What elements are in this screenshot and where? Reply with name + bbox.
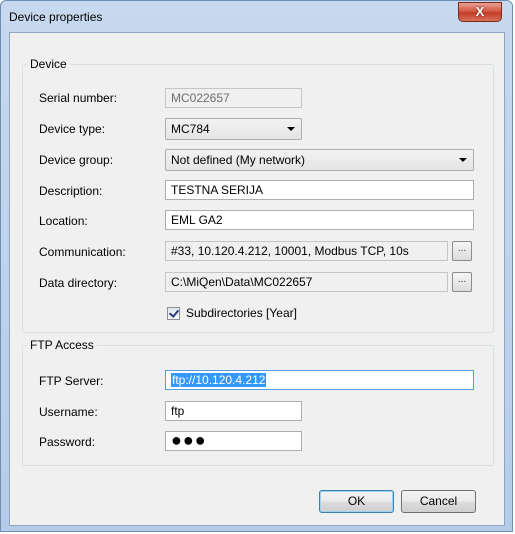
window-title: Device properties xyxy=(9,10,103,24)
username-label: Username: xyxy=(39,405,98,419)
ftp-server-input[interactable]: ftp://10.120.4.212 xyxy=(165,370,474,390)
chevron-down-icon xyxy=(459,158,467,162)
ok-button[interactable]: OK xyxy=(319,490,394,513)
device-type-select[interactable]: MC784 xyxy=(165,118,302,140)
title-bar: Device properties X xyxy=(1,1,512,31)
username-input[interactable]: ftp xyxy=(165,401,302,421)
communication-field: #33, 10.120.4.212, 10001, Modbus TCP, 10… xyxy=(165,241,448,261)
dialog-body: Device Serial number: MC022657 Device ty… xyxy=(9,32,505,526)
communication-label: Communication: xyxy=(39,245,126,259)
device-group-value: Not defined (My network) xyxy=(171,153,306,167)
description-label: Description: xyxy=(39,184,103,198)
device-type-value: MC784 xyxy=(171,122,210,136)
description-input[interactable]: TESTNA SERIJA xyxy=(165,180,474,200)
subdirectories-label[interactable]: Subdirectories [Year] xyxy=(186,306,297,320)
device-group-select[interactable]: Not defined (My network) xyxy=(165,149,474,171)
device-type-label: Device type: xyxy=(39,122,106,136)
serial-number-field: MC022657 xyxy=(165,88,302,108)
communication-browse-button[interactable]: ... xyxy=(452,241,472,261)
ftp-access-legend: FTP Access xyxy=(30,338,94,352)
data-directory-browse-button[interactable]: ... xyxy=(452,272,472,292)
location-input[interactable]: EML GA2 xyxy=(165,210,474,230)
device-properties-dialog: Device properties X Device Serial number… xyxy=(0,0,513,532)
data-directory-field: C:\MiQen\Data\MC022657 xyxy=(165,272,448,292)
close-button[interactable]: X xyxy=(458,2,502,22)
password-input[interactable]: ●●● xyxy=(165,431,302,451)
close-icon: X xyxy=(475,4,485,19)
cancel-button[interactable]: Cancel xyxy=(401,490,476,513)
ftp-server-value: ftp://10.120.4.212 xyxy=(171,373,267,387)
serial-number-label: Serial number: xyxy=(39,91,118,105)
password-label: Password: xyxy=(39,435,96,449)
ftp-server-label: FTP Server: xyxy=(39,374,104,388)
device-group-label: Device group: xyxy=(39,153,114,167)
location-label: Location: xyxy=(39,214,88,228)
chevron-down-icon xyxy=(287,127,295,131)
subdirectories-checkbox[interactable] xyxy=(167,307,180,320)
device-legend: Device xyxy=(30,57,67,71)
data-directory-label: Data directory: xyxy=(39,276,118,290)
